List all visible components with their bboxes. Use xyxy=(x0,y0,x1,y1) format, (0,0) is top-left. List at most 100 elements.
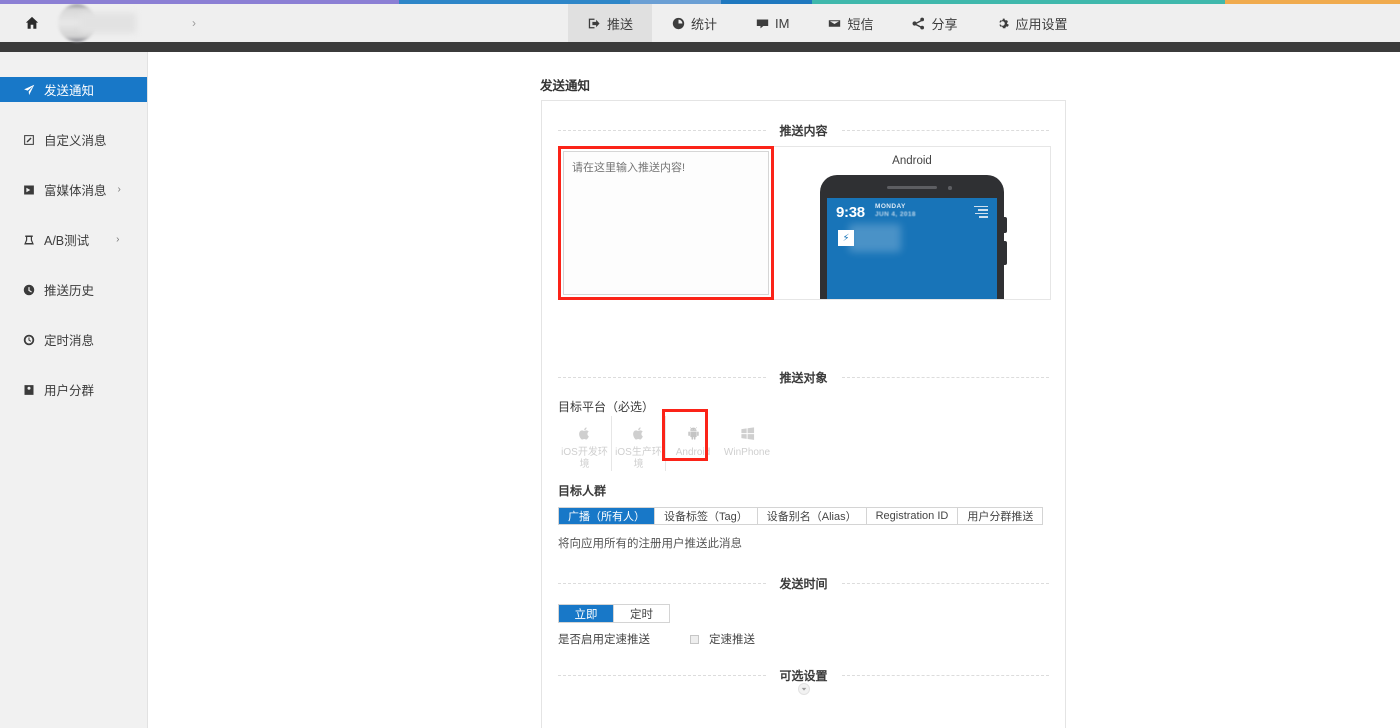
send-icon xyxy=(22,83,35,96)
history-icon xyxy=(22,283,35,296)
sidebar-item-label: 富媒体消息 xyxy=(44,184,107,198)
platform-label: iOS生产环境 xyxy=(615,447,662,470)
section-header-optional-settings: 可选设置 xyxy=(542,667,1065,684)
lockscreen-day: MONDAY xyxy=(875,203,906,210)
push-content-input[interactable] xyxy=(563,151,769,295)
tab-label: 立即 xyxy=(574,608,598,621)
divider-left xyxy=(558,675,766,676)
rate-push-row: 是否启用定速推送 定速推送 xyxy=(558,631,755,647)
clock-icon xyxy=(22,333,35,346)
push-icon xyxy=(587,16,601,30)
app-name-redacted xyxy=(80,13,136,33)
sidebar-item-send-notification[interactable]: 发送通知 xyxy=(0,77,147,102)
share-icon xyxy=(912,16,926,30)
sidebar-item-label: 发送通知 xyxy=(44,84,95,98)
gear-icon xyxy=(996,16,1010,30)
phone-button xyxy=(1004,241,1007,265)
sidebar-item-label: 自定义消息 xyxy=(44,134,107,148)
flask-icon xyxy=(22,233,35,246)
tab-app-settings[interactable]: 应用设置 xyxy=(977,4,1087,42)
sidebar-item-user-segments[interactable]: 用户分群 xyxy=(0,377,147,402)
send-notification-card: 推送内容 Android 9:38 MONDAY JUN 4, 2018 xyxy=(541,100,1066,728)
divider-left xyxy=(558,583,766,584)
section-label: 可选设置 xyxy=(779,669,828,683)
tab-share[interactable]: 分享 xyxy=(893,4,977,42)
sidebar-item-label: A/B测试 xyxy=(44,234,90,248)
sms-icon xyxy=(827,16,841,30)
sidebar-item-scheduled-message[interactable]: 定时消息 xyxy=(0,327,147,352)
home-icon[interactable] xyxy=(24,15,40,31)
platform-ios-prod[interactable]: iOS生产环境 xyxy=(612,416,666,471)
send-time-tab-scheduled[interactable]: 定时 xyxy=(614,605,669,622)
tab-stats[interactable]: 统计 xyxy=(652,4,736,42)
progress-segment xyxy=(812,0,1225,4)
audience-tab-registration-id[interactable]: Registration ID xyxy=(866,508,959,524)
send-time-tab-immediate[interactable]: 立即 xyxy=(559,605,614,622)
tab-label: IM xyxy=(775,15,790,31)
phone-camera xyxy=(948,186,952,190)
tab-label: 推送 xyxy=(607,16,634,32)
section-header-push-content: 推送内容 xyxy=(542,122,1065,139)
progress-segment xyxy=(630,0,721,4)
audience-tab-broadcast[interactable]: 广播（所有人） xyxy=(559,508,655,524)
audience-tab-tag[interactable]: 设备标签（Tag） xyxy=(655,508,758,524)
sidebar-item-push-history[interactable]: 推送历史 xyxy=(0,277,147,302)
tab-sms[interactable]: 短信 xyxy=(808,4,892,42)
phone-screen: 9:38 MONDAY JUN 4, 2018 ⚡ xyxy=(827,198,997,299)
sidebar-item-custom-message[interactable]: 自定义消息 xyxy=(0,127,147,152)
tab-push[interactable]: 推送 xyxy=(568,4,653,42)
sidebar-item-ab-test[interactable]: A/B测试 › xyxy=(0,227,147,252)
expand-optional-settings-button[interactable] xyxy=(797,683,810,695)
chevron-right-icon: › xyxy=(116,234,120,245)
tab-label: 统计 xyxy=(691,16,718,32)
platform-android[interactable]: Android xyxy=(662,409,720,468)
send-time-tabs: 立即 定时 xyxy=(558,604,670,623)
sidebar-item-rich-media[interactable]: 富媒体消息 › xyxy=(0,177,147,202)
phone-mockup: 9:38 MONDAY JUN 4, 2018 ⚡ xyxy=(820,175,1007,299)
preview-platform-label: Android xyxy=(892,155,932,167)
android-icon xyxy=(686,422,701,444)
progress-segment xyxy=(0,0,399,4)
app-icon: ⚡ xyxy=(838,230,854,246)
tab-label: 设备标签（Tag） xyxy=(664,511,748,523)
platform-label: Android xyxy=(675,447,711,458)
platform-ios-dev[interactable]: iOS开发环境 xyxy=(558,416,612,471)
progress-segment xyxy=(1225,0,1400,4)
audience-tab-segment[interactable]: 用户分群推送 xyxy=(958,508,1043,524)
im-icon xyxy=(755,16,769,30)
audience-description: 将向应用所有的注册用户推送此消息 xyxy=(558,538,742,550)
rate-push-checkbox[interactable] xyxy=(690,634,699,644)
sidebar-item-label: 推送历史 xyxy=(44,284,95,298)
target-audience-label: 目标人群 xyxy=(558,484,607,498)
media-icon xyxy=(22,183,35,196)
sidebar: 发送通知 自定义消息 富媒体消息 › A/B测试 › 推送历史 定时消息 用户分… xyxy=(0,52,148,728)
audience-tab-alias[interactable]: 设备别名（Alias） xyxy=(757,508,867,524)
breadcrumb-chevron-icon[interactable]: › xyxy=(192,16,196,30)
tab-im[interactable]: IM xyxy=(736,4,808,42)
section-label: 推送内容 xyxy=(779,124,828,138)
main-content: 发送通知 推送内容 Android 9:38 MONDAY xyxy=(148,52,1400,728)
windows-icon xyxy=(740,422,755,444)
platform-label: iOS开发环境 xyxy=(561,447,608,470)
section-header-send-time: 发送时间 xyxy=(542,575,1065,592)
platform-winphone[interactable]: WinPhone xyxy=(720,416,774,468)
push-content-row: Android 9:38 MONDAY JUN 4, 2018 ⚡ xyxy=(558,146,1051,300)
apple-icon xyxy=(631,422,646,444)
rate-push-label: 是否启用定速推送 xyxy=(558,634,650,646)
stats-icon xyxy=(671,16,685,30)
section-header-push-target: 推送对象 xyxy=(542,369,1065,386)
divider-right xyxy=(841,130,1050,131)
lockscreen-date: JUN 4, 2018 xyxy=(875,211,916,218)
tab-label: 用户分群推送 xyxy=(967,511,1034,523)
tab-label: 设备别名（Alias） xyxy=(766,511,857,523)
phone-speaker xyxy=(887,186,937,189)
main-nav-tabs: 推送 统计 IM 短信 分享 应用设置 xyxy=(568,4,1087,42)
divider-left xyxy=(558,130,766,131)
divider-right xyxy=(841,377,1050,378)
chevron-down-icon xyxy=(801,687,806,691)
users-icon xyxy=(22,383,35,396)
progress-segment xyxy=(721,0,812,4)
tab-label: Registration ID xyxy=(875,510,949,522)
rate-push-checkbox-label: 定速推送 xyxy=(709,634,755,646)
phone-button xyxy=(1004,217,1007,233)
